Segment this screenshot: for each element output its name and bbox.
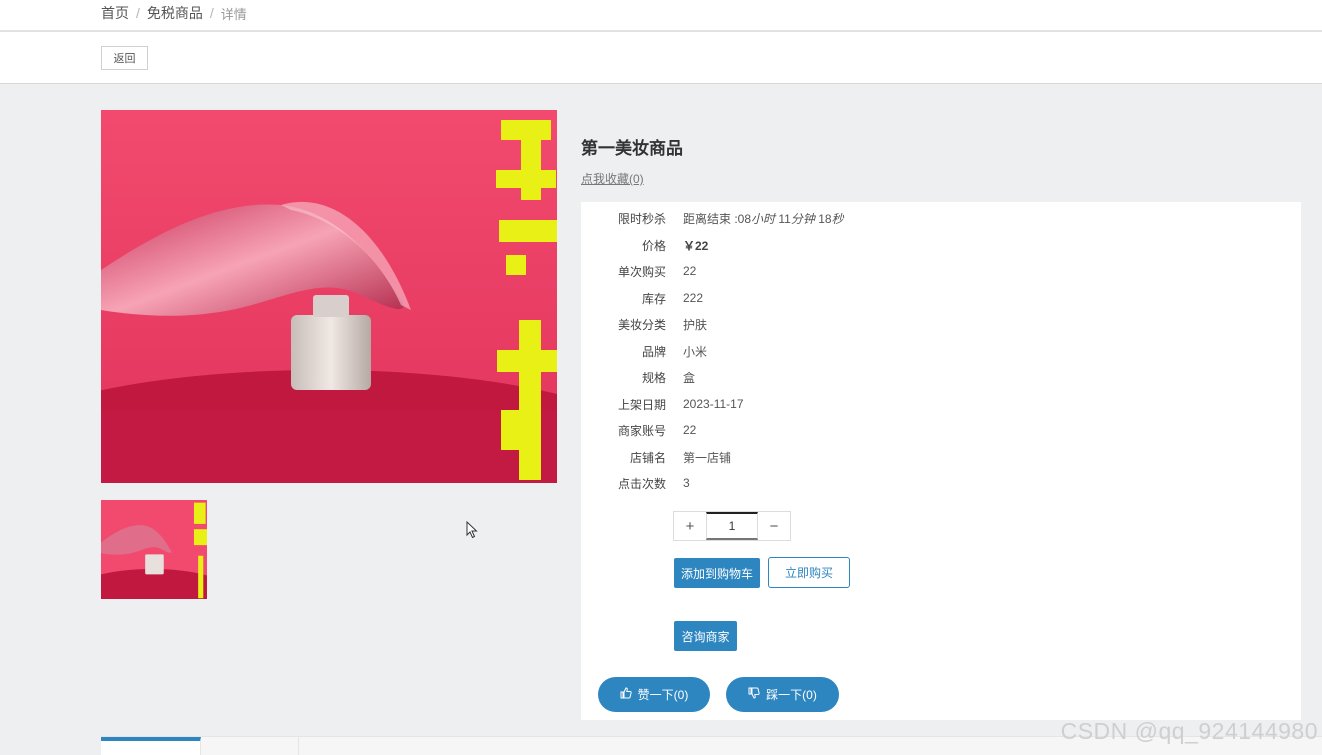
dislike-button[interactable]: 踩一下(0)	[726, 677, 839, 712]
breadcrumb-bar: 首页 / 免税商品 / 详情	[0, 0, 1322, 32]
attribute-label: 上架日期	[617, 397, 666, 412]
decrement-button[interactable]: −	[758, 512, 790, 540]
tab-secondary[interactable]	[201, 737, 299, 755]
like-label: 赞一下(0)	[637, 688, 689, 702]
attribute-label: 美妆分类	[617, 317, 666, 332]
attribute-row: 店铺名 第一店铺	[581, 447, 1301, 467]
attribute-row: 点击次数 3	[581, 473, 1301, 493]
attribute-label: 店铺名	[629, 450, 666, 465]
breadcrumb-separator: /	[209, 5, 214, 21]
product-main-image	[101, 110, 557, 483]
attribute-label: 库存	[641, 291, 666, 306]
quantity-stepper: + −	[673, 511, 791, 541]
product-info-panel: 限时秒杀 距离结束 :08小时 11分钟 18秒 价格 ￥22 单次购买 22 …	[581, 202, 1301, 720]
flash-sale-row: 限时秒杀 距离结束 :08小时 11分钟 18秒	[581, 208, 1301, 228]
attribute-label: 规格	[641, 370, 666, 385]
consult-merchant-button[interactable]: 咨询商家	[674, 621, 737, 651]
attribute-value: 222	[683, 291, 704, 305]
price-value: ￥22	[683, 238, 709, 253]
attribute-row: 商家账号 22	[581, 420, 1301, 440]
attribute-row: 规格 盒	[581, 367, 1301, 387]
breadcrumb-section[interactable]: 免税商品	[147, 3, 203, 23]
flash-sale-label: 限时秒杀	[617, 211, 666, 226]
attribute-label: 单次购买	[617, 264, 666, 279]
attribute-label: 商家账号	[617, 423, 666, 438]
buy-now-button[interactable]: 立即购买	[768, 557, 850, 588]
attribute-row: 品牌 小米	[581, 341, 1301, 361]
attribute-row: 库存 222	[581, 288, 1301, 308]
add-to-cart-button[interactable]: 添加到购物车	[674, 558, 760, 588]
mouse-cursor-icon	[466, 520, 478, 544]
thumbs-down-icon	[748, 687, 760, 702]
favorite-link[interactable]: 点我收藏(0)	[581, 170, 644, 187]
back-button[interactable]: 返回	[101, 46, 148, 70]
attribute-value: 护肤	[683, 317, 708, 332]
breadcrumb-current: 详情	[220, 6, 247, 22]
attribute-value: 3	[683, 476, 690, 490]
product-thumbnail[interactable]	[101, 500, 207, 599]
breadcrumb-home[interactable]: 首页	[101, 3, 129, 23]
increment-button[interactable]: +	[674, 512, 706, 540]
attribute-label: 点击次数	[617, 476, 666, 491]
attribute-row: 上架日期 2023-11-17	[581, 394, 1301, 414]
toolbar: 返回	[0, 32, 1322, 84]
quantity-input[interactable]	[706, 512, 758, 540]
flash-sale-countdown: 距离结束 :08小时 11分钟 18秒	[683, 211, 844, 226]
attribute-value: 22	[683, 264, 697, 278]
dislike-label: 踩一下(0)	[766, 688, 817, 702]
thumbs-up-icon	[620, 687, 632, 702]
attribute-value: 小米	[683, 344, 708, 359]
attribute-value: 2023-11-17	[683, 397, 744, 411]
breadcrumb-separator: /	[136, 5, 140, 21]
breadcrumb: 首页 / 免税商品 / 详情	[101, 3, 247, 23]
attribute-value: 盒	[683, 370, 696, 385]
product-title: 第一美妆商品	[581, 139, 683, 158]
attribute-row: 美妆分类 护肤	[581, 314, 1301, 334]
watermark: CSDN @qq_924144980	[1060, 718, 1318, 744]
attribute-value: 22	[683, 423, 697, 437]
attribute-value: 第一店铺	[683, 450, 732, 465]
attribute-label: 品牌	[641, 344, 666, 359]
attribute-row-price: 价格 ￥22	[581, 235, 1301, 255]
tab-active[interactable]	[101, 737, 201, 755]
like-button[interactable]: 赞一下(0)	[598, 677, 710, 712]
attribute-label: 价格	[641, 238, 666, 253]
attribute-row: 单次购买 22	[581, 261, 1301, 281]
